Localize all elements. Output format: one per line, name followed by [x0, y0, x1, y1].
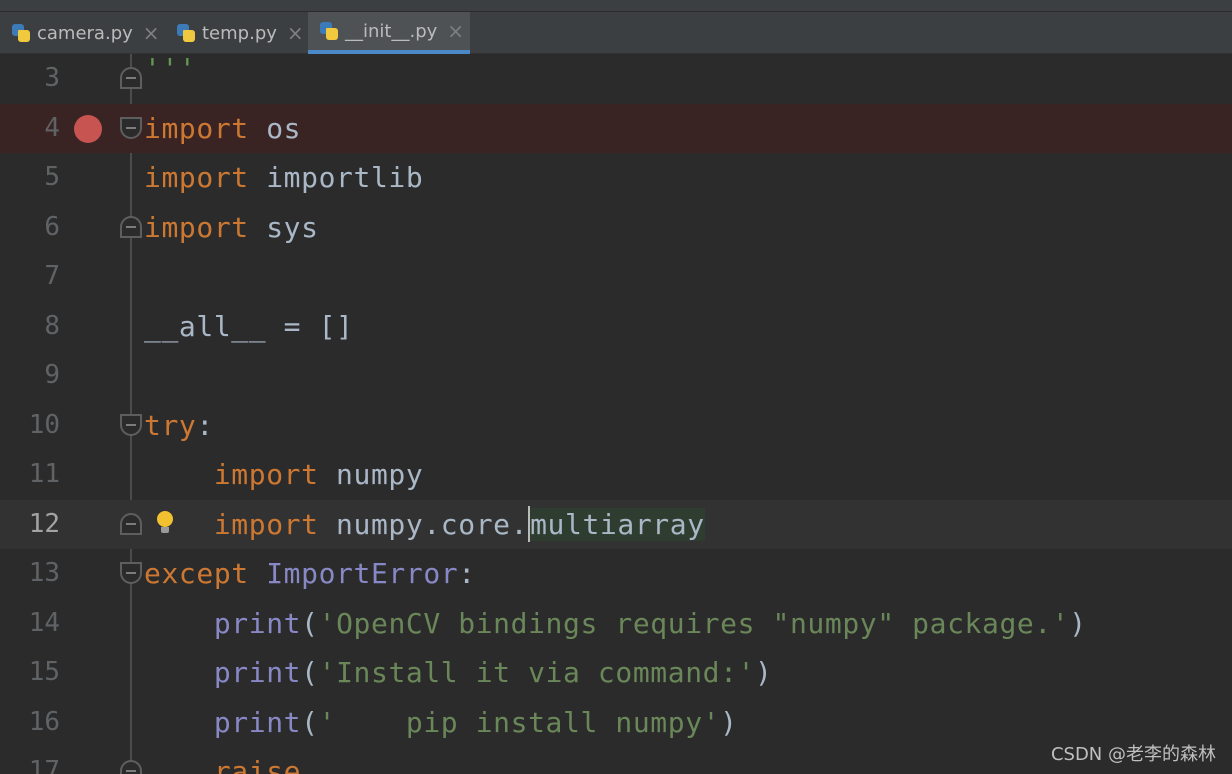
tab-label: camera.py [37, 22, 133, 44]
line-number: 16 [28, 706, 60, 737]
line-number: 6 [44, 211, 60, 242]
code-line[interactable]: 16 print(' pip install numpy') [0, 698, 1232, 748]
line-number: 10 [28, 409, 60, 440]
code-line[interactable]: 11 import numpy [0, 450, 1232, 500]
code-line[interactable]: 14 print('OpenCV bindings requires "nump… [0, 599, 1232, 649]
code-line[interactable]: 10 try: [0, 401, 1232, 451]
breakpoint-icon[interactable] [74, 114, 102, 143]
code-text: print('Install it via command:') [213, 656, 773, 689]
fold-end-icon[interactable] [120, 67, 142, 89]
tab-label: temp.py [202, 22, 277, 44]
code-text: import os [144, 111, 302, 145]
fold-start-icon[interactable] [120, 562, 142, 584]
code-line[interactable]: 5 import importlib [0, 153, 1232, 203]
code-line[interactable]: 7 [0, 252, 1232, 302]
code-line[interactable]: 17 raise [0, 747, 1232, 774]
line-number: 14 [28, 607, 60, 638]
code-text: import numpy [213, 458, 424, 491]
fold-start-icon[interactable] [120, 116, 142, 139]
code-line[interactable]: 13 except ImportError: [0, 549, 1232, 599]
highlighted-reference: multiarray [530, 507, 705, 541]
close-icon[interactable]: × [447, 19, 464, 43]
line-number: 17 [28, 756, 60, 774]
line-number: 12 [28, 508, 60, 539]
watermark: CSDN @老李的森林 [1050, 744, 1216, 765]
line-number: 4 [44, 112, 60, 143]
tab-camera-py[interactable]: camera.py × [0, 12, 160, 54]
code-text: ''' [144, 52, 197, 85]
tab-label: __init__.py [345, 20, 438, 42]
code-line[interactable]: 9 [0, 351, 1232, 401]
code-text: import importlib [144, 161, 424, 194]
code-text: print('OpenCV bindings requires "numpy" … [213, 606, 1087, 640]
close-icon[interactable]: × [143, 21, 160, 45]
code-line[interactable]: 6 import sys [0, 203, 1232, 253]
line-number: 3 [44, 63, 60, 93]
code-line-breakpoint[interactable]: 4 import os [0, 103, 1232, 153]
code-text: import numpy.core.multiarray [213, 505, 705, 542]
line-number: 9 [44, 360, 60, 390]
python-file-icon [175, 22, 197, 44]
line-number: 5 [44, 162, 60, 192]
code-line[interactable]: 8 __all__ = [] [0, 302, 1232, 352]
python-file-icon [10, 22, 32, 44]
close-icon[interactable]: × [287, 21, 304, 45]
line-number: 15 [28, 657, 60, 687]
code-editor[interactable]: 3 ''' 4 import os 5 import importlib 6 i… [0, 52, 1232, 774]
line-number: 13 [28, 558, 60, 588]
code-text: __all__ = [] [144, 309, 354, 343]
python-file-icon [318, 20, 340, 42]
tab-init-py[interactable]: __init__.py × [308, 12, 470, 54]
line-number: 8 [44, 310, 60, 341]
code-text: except ImportError: [144, 557, 476, 590]
window-top-strip [0, 0, 1232, 12]
fold-start-icon[interactable] [120, 413, 142, 436]
line-number: 11 [28, 459, 60, 489]
fold-end-icon[interactable] [120, 215, 142, 238]
code-line[interactable]: 15 print('Install it via command:') [0, 648, 1232, 698]
line-number: 7 [44, 261, 60, 291]
code-text: print(' pip install numpy') [213, 705, 738, 739]
code-text: import sys [144, 210, 319, 244]
fold-end-icon[interactable] [120, 760, 142, 774]
code-line-current[interactable]: 12 import numpy.core.multiarray [0, 499, 1232, 549]
code-text: try: [144, 408, 214, 442]
code-line[interactable]: 3 ''' [0, 52, 1232, 104]
code-text: raise [213, 755, 302, 774]
fold-end-icon[interactable] [120, 512, 142, 535]
